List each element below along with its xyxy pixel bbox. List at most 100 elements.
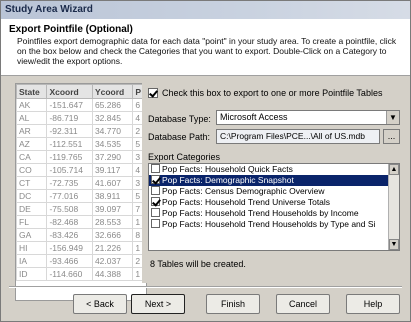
category-list-item[interactable]: Pop Facts: Household Quick Facts [149, 164, 399, 175]
category-list-item[interactable]: Pop Facts: Household Trend Households by… [149, 219, 399, 230]
database-path-field[interactable]: C:\Program Files\PCE...\All of US.mdb [216, 129, 380, 144]
page-title: Export Pointfile (Optional) [9, 24, 133, 35]
table-cell: -77.016 [46, 189, 93, 203]
cancel-button[interactable]: Cancel [276, 294, 330, 314]
table-cell: -92.311 [46, 124, 93, 138]
table-cell: AZ [16, 137, 48, 151]
table-cell: -114.660 [46, 267, 93, 281]
table-cell: 34.535 [91, 137, 134, 151]
table-cell: CO [16, 163, 48, 177]
table-row: AZ -112.551 34.535 5 [16, 137, 146, 151]
window-title: Study Area Wizard [1, 1, 410, 19]
database-type-value: Microsoft Access [220, 112, 288, 122]
tables-created-message: 8 Tables will be created. [150, 259, 246, 269]
table-cell: -112.551 [46, 137, 93, 151]
table-cell: -86.719 [46, 111, 93, 125]
table-row: CO -105.714 39.117 4 [16, 163, 146, 177]
column-header: State [16, 84, 48, 99]
table-cell: AK [16, 98, 48, 112]
table-cell: 39.097 [91, 202, 134, 216]
table-cell: 34.770 [91, 124, 134, 138]
category-label: Pop Facts: Census Demographic Overview [162, 186, 325, 196]
back-button[interactable]: < Back [73, 294, 127, 314]
next-button[interactable]: Next > [131, 294, 185, 314]
category-label: Pop Facts: Household Trend Universe Tota… [162, 197, 331, 207]
table-cell: DC [16, 189, 48, 203]
table-cell: 21.226 [91, 241, 134, 255]
table-cell: 28.553 [91, 215, 134, 229]
table-cell: ID [16, 267, 48, 281]
column-header: Ycoord [91, 84, 134, 99]
export-pointfile-checkbox[interactable]: Check this box to export to one or more … [148, 87, 382, 98]
table-row: FL -82.468 28.553 1 [16, 215, 146, 229]
table-cell: IA [16, 254, 48, 268]
wizard-header: Export Pointfile (Optional) Pointfiles e… [1, 19, 410, 76]
category-checkbox[interactable] [151, 164, 160, 173]
table-cell: 42.037 [91, 254, 134, 268]
table-cell: 39.117 [91, 163, 134, 177]
table-row: AK -151.647 65.286 6 [16, 98, 146, 112]
export-options-panel: Check this box to export to one or more … [142, 81, 404, 283]
export-checkbox-label: Check this box to export to one or more … [162, 87, 383, 98]
database-type-select[interactable]: Microsoft Access ▼ [216, 110, 400, 125]
table-cell: -156.949 [46, 241, 93, 255]
table-cell: 32.845 [91, 111, 134, 125]
category-checkbox[interactable] [151, 186, 160, 195]
page-description: Pointfiles export demographic data for e… [17, 36, 397, 66]
table-cell: -75.508 [46, 202, 93, 216]
export-categories-label: Export Categories [148, 152, 221, 162]
table-cell: -93.466 [46, 254, 93, 268]
table-cell: 65.286 [91, 98, 134, 112]
chevron-down-icon[interactable]: ▼ [386, 111, 399, 124]
finish-button[interactable]: Finish [206, 294, 260, 314]
pointfile-preview-table: State Xcoord Ycoord P AK -151.647 65.286 6 A… [15, 83, 147, 301]
category-label: Pop Facts: Household Trend Households by… [162, 219, 376, 229]
category-label: Pop Facts: Household Trend Households by… [162, 208, 359, 218]
help-button[interactable]: Help [346, 294, 400, 314]
button-separator [9, 286, 402, 288]
table-cell: 41.607 [91, 176, 134, 190]
browse-button[interactable]: ... [383, 129, 400, 144]
table-cell: -151.647 [46, 98, 93, 112]
category-list-item[interactable]: Pop Facts: Household Trend Households by… [149, 208, 399, 219]
checkbox-check-icon[interactable] [148, 87, 158, 98]
table-cell: -119.765 [46, 150, 93, 164]
table-cell: -82.468 [46, 215, 93, 229]
category-checkbox[interactable] [151, 175, 160, 184]
table-cell: AL [16, 111, 48, 125]
table-cell: 32.666 [91, 228, 134, 242]
table-cell: DE [16, 202, 48, 216]
table-cell: AR [16, 124, 48, 138]
table-cell: 38.911 [91, 189, 134, 203]
table-cell: GA [16, 228, 48, 242]
scroll-up-icon[interactable]: ▲ [389, 164, 399, 175]
category-label: Pop Facts: Demographic Snapshot [162, 175, 294, 185]
category-checkbox[interactable] [151, 219, 160, 228]
table-cell: HI [16, 241, 48, 255]
category-checkbox[interactable] [151, 197, 160, 206]
table-row: DE -75.508 39.097 7 [16, 202, 146, 216]
table-header-row: State Xcoord Ycoord P [16, 84, 146, 99]
table-cell: -83.426 [46, 228, 93, 242]
table-cell: FL [16, 215, 48, 229]
export-categories-list[interactable]: Pop Facts: Household Quick Facts Pop Fact… [148, 163, 400, 251]
table-cell: -105.714 [46, 163, 93, 177]
table-row: ID -114.660 44.388 1 [16, 267, 146, 281]
table-cell: -72.735 [46, 176, 93, 190]
table-row: IA -93.466 42.037 2 [16, 254, 146, 268]
table-row: AL -86.719 32.845 4 [16, 111, 146, 125]
table-row: CT -72.735 41.607 3 [16, 176, 146, 190]
table-row: HI -156.949 21.226 1 [16, 241, 146, 255]
table-row: GA -83.426 32.666 8 [16, 228, 146, 242]
table-cell: 44.388 [91, 267, 134, 281]
category-list-item[interactable]: Pop Facts: Household Trend Universe Tota… [149, 197, 399, 208]
categories-scrollbar[interactable]: ▲ ▼ [388, 164, 399, 250]
table-row: DC -77.016 38.911 5 [16, 189, 146, 203]
category-checkbox[interactable] [151, 208, 160, 217]
scroll-down-icon[interactable]: ▼ [389, 239, 399, 250]
table-cell: CT [16, 176, 48, 190]
category-list-item[interactable]: Pop Facts: Demographic Snapshot [149, 175, 399, 186]
table-cell: CA [16, 150, 48, 164]
category-list-item[interactable]: Pop Facts: Census Demographic Overview [149, 186, 399, 197]
column-header: Xcoord [46, 84, 93, 99]
